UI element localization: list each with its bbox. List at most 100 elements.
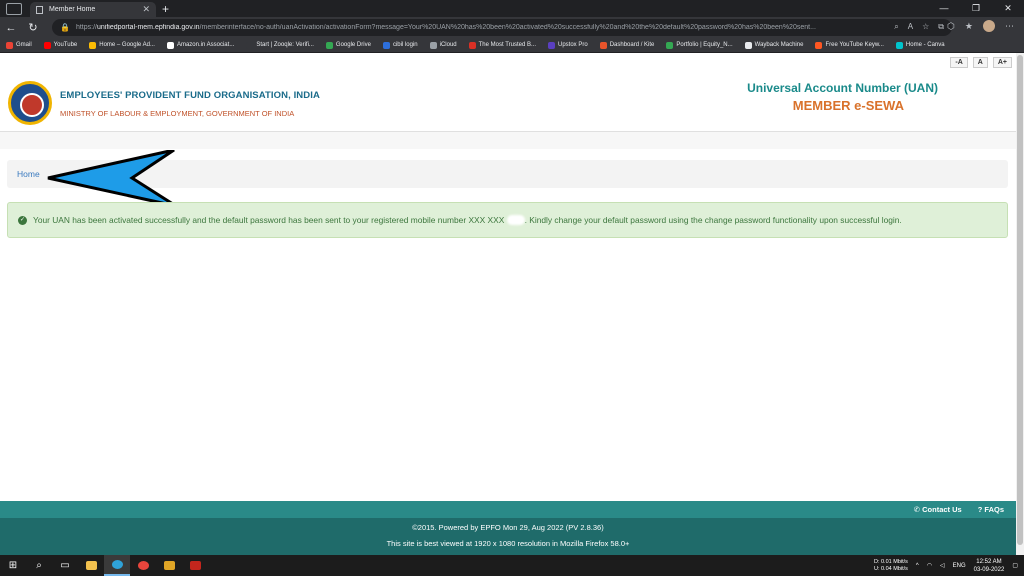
bookmark-label: Google Drive <box>335 42 371 48</box>
search-icon[interactable]: ⌕ <box>26 555 52 576</box>
bookmark-item[interactable]: Home - Canva <box>895 41 945 49</box>
page-scrollbar[interactable] <box>1016 53 1024 555</box>
epfo-logo <box>8 81 52 125</box>
menu-icon[interactable]: ⋯ <box>1005 21 1014 32</box>
annotation-arrow <box>47 150 177 208</box>
site-header: EMPLOYEES' PROVIDENT FUND ORGANISATION, … <box>0 73 1016 131</box>
language-indicator[interactable]: ENG <box>953 563 966 569</box>
bookmark-item[interactable]: iCloud <box>429 41 457 49</box>
footer-resolution-note: This site is best viewed at 1920 x 1080 … <box>386 539 630 548</box>
bookmark-favicon-icon <box>43 41 51 49</box>
read-aloud-icon[interactable]: A <box>908 22 913 32</box>
scrollbar-thumb[interactable] <box>1017 55 1023 545</box>
address-bar-icons: ⌕ A ☆ ⧉ <box>894 22 944 32</box>
bookmark-favicon-icon <box>325 41 333 49</box>
new-tab-button[interactable]: + <box>162 2 169 16</box>
bookmark-item[interactable]: Portfolio | Equity_N... <box>666 41 733 49</box>
contact-us-link[interactable]: ✆ Contact Us <box>914 505 962 514</box>
tab-close-icon[interactable]: ✕ <box>142 4 150 15</box>
font-size-controls: -A A A+ <box>950 57 1012 68</box>
bookmark-item[interactable]: Start | Zooqle: Verifi... <box>246 41 314 49</box>
chevron-up-icon[interactable]: ^ <box>916 563 919 569</box>
system-tray: D: 0.01 Mbit/s U: 0.04 Mbit/s ^ ◠ ◁ ENG … <box>874 555 1018 576</box>
bookmark-item[interactable]: The Most Trusted B... <box>468 41 536 49</box>
notifications-icon[interactable]: ▢ <box>1012 562 1018 569</box>
profile-avatar[interactable] <box>983 20 995 32</box>
bookmark-favicon-icon <box>89 41 97 49</box>
clock[interactable]: 12:52 AM 03-09-2022 <box>974 558 1005 574</box>
search-icon[interactable]: ⌕ <box>894 22 898 32</box>
uan-title: Universal Account Number (UAN) <box>747 81 938 95</box>
back-icon[interactable]: ← <box>0 22 22 34</box>
bookmark-label: Portfolio | Equity_N... <box>676 42 733 48</box>
window-controls: — ❐ ✕ <box>928 0 1024 17</box>
alert-message: Your UAN has been activated successfully… <box>33 214 902 226</box>
bookmark-label: iCloud <box>439 42 457 48</box>
bookmark-item[interactable]: Dashboard / Kite <box>599 41 655 49</box>
windows-taskbar: ⊞ ⌕ ▭ D: 0.01 Mbit/s U: 0.04 Mbit/s ^ ◠ … <box>0 555 1024 576</box>
edge-browser-icon[interactable] <box>104 555 130 576</box>
bookmark-label: The Most Trusted B... <box>478 42 536 48</box>
page-viewport: -A A A+ EMPLOYEES' PROVIDENT FUND ORGANI… <box>0 53 1016 555</box>
check-circle-icon: ✓ <box>18 215 27 225</box>
browser-tab-strip: Member Home ✕ + — ❐ ✕ <box>0 0 1024 17</box>
acrobat-icon[interactable] <box>182 555 208 576</box>
bookmarks-bar: Gmail YouTube Home – Google Ad... Amazon.in… <box>0 38 1024 53</box>
file-explorer-icon[interactable] <box>78 555 104 576</box>
favorites-bar-icon[interactable]: ★ <box>965 21 973 32</box>
extension-icon[interactable]: ⬡ <box>947 21 955 32</box>
faqs-link[interactable]: ? FAQs <box>978 505 1004 514</box>
bookmark-item[interactable]: Gmail <box>6 41 32 49</box>
font-decrease-button[interactable]: -A <box>950 57 968 68</box>
bookmark-item[interactable]: Amazon.in Associat... <box>166 41 234 49</box>
windows-start-icon[interactable]: ⊞ <box>0 555 26 576</box>
bookmark-label: Home - Canva <box>905 42 945 48</box>
close-window-button[interactable]: ✕ <box>992 0 1024 17</box>
wifi-icon[interactable]: ◠ <box>927 562 932 569</box>
collections-icon[interactable]: ⧉ <box>938 22 944 32</box>
tab-title: Member Home <box>49 6 96 13</box>
folder-icon[interactable] <box>156 555 182 576</box>
network-speed: D: 0.01 Mbit/s U: 0.04 Mbit/s <box>873 558 908 572</box>
favorite-star-icon[interactable]: ☆ <box>922 22 929 32</box>
bookmark-item[interactable]: Google Drive <box>325 41 371 49</box>
bookmark-label: YouTube <box>53 42 78 48</box>
bookmark-item[interactable]: Free YouTube Keyw... <box>815 41 884 49</box>
bookmark-item[interactable]: YouTube <box>43 41 78 49</box>
org-name: EMPLOYEES' PROVIDENT FUND ORGANISATION, … <box>60 90 320 101</box>
bookmark-favicon-icon <box>744 41 752 49</box>
bookmark-label: Home – Google Ad... <box>99 42 155 48</box>
bookmark-favicon-icon <box>895 41 903 49</box>
footer-links-bar: ✆ Contact Us ? FAQs <box>0 501 1016 518</box>
bookmark-label: Upstox Pro <box>558 42 588 48</box>
bookmark-favicon-icon <box>815 41 823 49</box>
font-increase-button[interactable]: A+ <box>992 57 1012 68</box>
volume-icon[interactable]: ◁ <box>940 562 945 569</box>
bookmark-item[interactable]: cibil login <box>382 41 418 49</box>
task-view-icon[interactable]: ▭ <box>52 555 78 576</box>
lock-icon[interactable]: 🔒 <box>60 23 70 32</box>
breadcrumb-home-link[interactable]: Home <box>17 169 40 179</box>
bookmark-label: Start | Zooqle: Verifi... <box>256 42 314 48</box>
nav-band <box>0 131 1016 149</box>
minimize-button[interactable]: — <box>928 0 960 17</box>
bookmark-favicon-icon <box>666 41 674 49</box>
bookmark-favicon-icon <box>468 41 476 49</box>
address-bar[interactable]: 🔒 https://unifiedportal-mem.epfindia.gov… <box>52 19 952 36</box>
chrome-icon[interactable] <box>130 555 156 576</box>
site-footer: ©2015. Powered by EPFO Mon 29, Aug 2022 … <box>0 518 1016 555</box>
reload-icon[interactable]: ↻ <box>22 21 44 34</box>
url-text: https://unifiedportal-mem.epfindia.gov.i… <box>75 24 816 31</box>
extension-icons: ⬡ ★ ⋯ <box>947 20 1014 32</box>
bookmark-item[interactable]: Upstox Pro <box>548 41 588 49</box>
bookmark-favicon-icon <box>599 41 607 49</box>
org-subtitle: MINISTRY OF LABOUR & EMPLOYMENT, GOVERNM… <box>60 109 295 118</box>
tab-member-home[interactable]: Member Home ✕ <box>30 2 156 17</box>
tab-actions-icon[interactable] <box>6 2 22 15</box>
restore-button[interactable]: ❐ <box>960 0 992 17</box>
bookmark-item[interactable]: Home – Google Ad... <box>89 41 155 49</box>
footer-copyright: ©2015. Powered by EPFO Mon 29, Aug 2022 … <box>412 523 604 532</box>
font-normal-button[interactable]: A <box>972 57 988 68</box>
bookmark-item[interactable]: Wayback Machine <box>744 41 803 49</box>
bookmark-label: Dashboard / Kite <box>609 42 655 48</box>
